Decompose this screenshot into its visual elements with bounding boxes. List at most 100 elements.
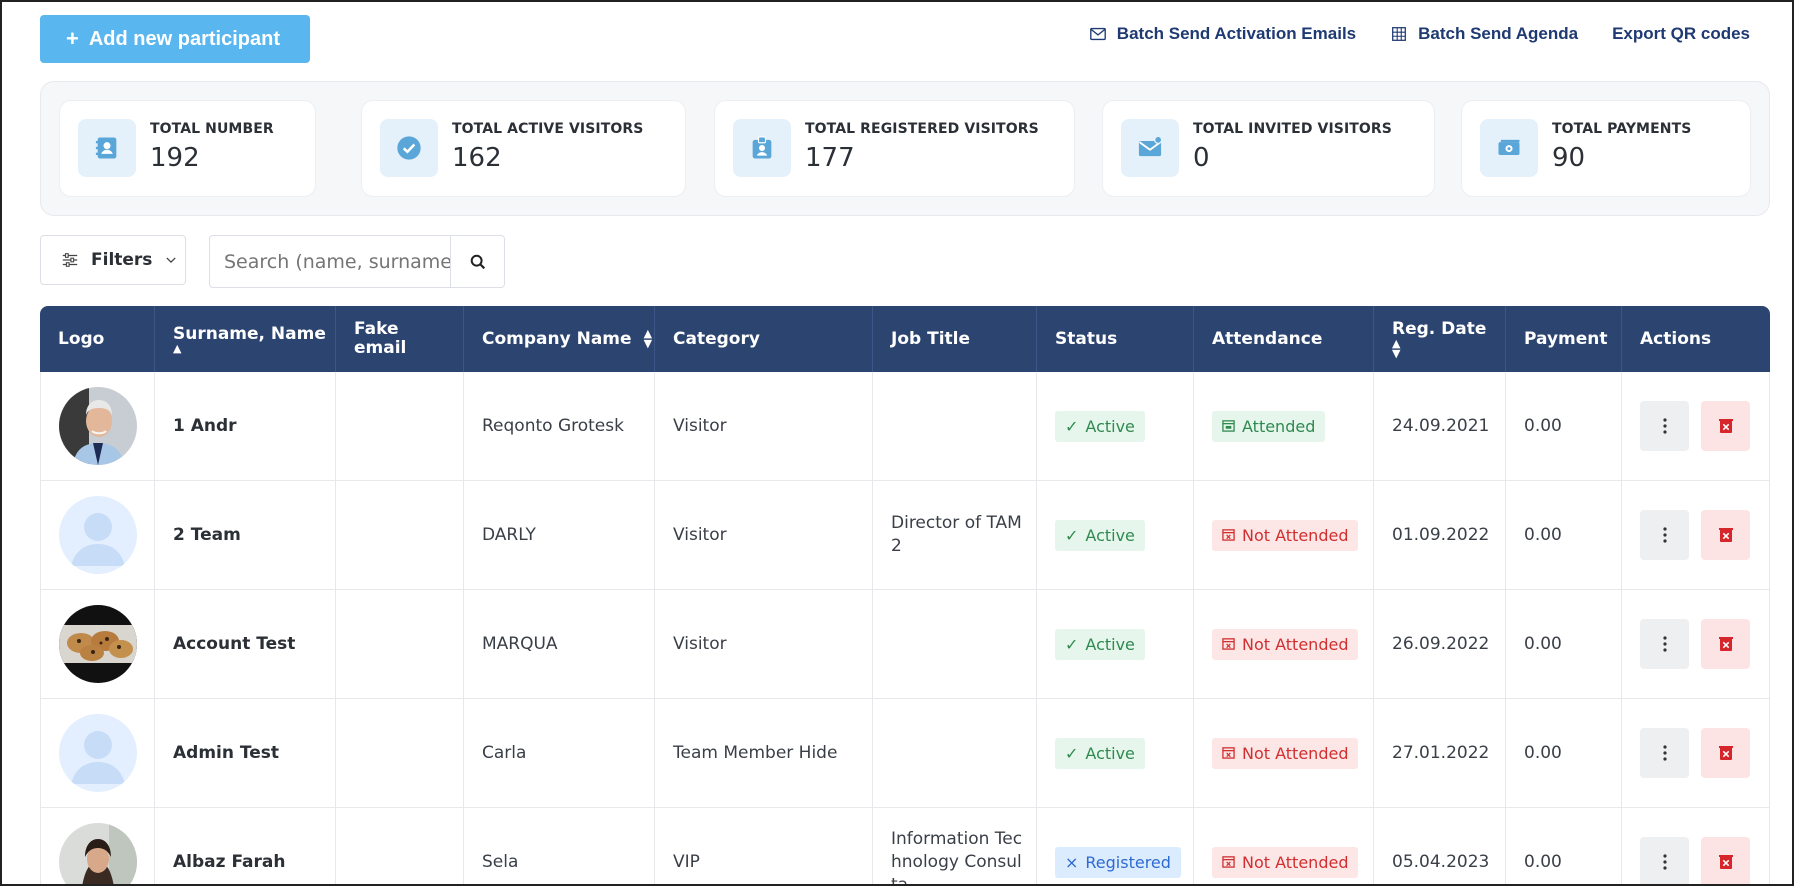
col-category: Category: [655, 306, 873, 372]
delete-icon: [1718, 746, 1733, 760]
cell-name[interactable]: Account Test: [155, 590, 336, 698]
row-actions: [1640, 837, 1750, 884]
check-icon: ✓: [1065, 634, 1079, 654]
participant-name: Account Test: [173, 633, 296, 654]
cell-company: Carla: [464, 699, 655, 807]
col-reg-date-label: Reg. Date: [1392, 318, 1487, 339]
payment-value: 0.00: [1524, 851, 1562, 872]
job-title-value: Information Technology Consulta: [891, 828, 1023, 886]
status-badge: ✓ Active: [1055, 628, 1145, 660]
col-name[interactable]: Surname, Name ▲: [155, 306, 336, 372]
delete-button[interactable]: [1701, 837, 1750, 884]
stat-total-payments: TOTAL PAYMENTS 90: [1461, 100, 1751, 197]
add-participant-button[interactable]: + Add new participant: [40, 15, 310, 63]
table-row[interactable]: 1 Andr Reqonto Grotesk Visitor ✓ Active A…: [40, 372, 1770, 481]
kebab-icon: [1662, 527, 1667, 543]
delete-button[interactable]: [1701, 401, 1750, 451]
cell-company: MARQUA: [464, 590, 655, 698]
batch-send-agenda-link[interactable]: Batch Send Agenda: [1390, 24, 1578, 44]
attendance-badge: Not Attended: [1212, 519, 1359, 551]
stat-label: TOTAL REGISTERED VISITORS: [805, 121, 1039, 137]
cell-reg-date: 24.09.2021: [1374, 372, 1506, 480]
sort-both-icon[interactable]: ▲ ▼: [1392, 338, 1505, 359]
more-options-button[interactable]: [1640, 837, 1689, 884]
attendance-badge: Attended: [1212, 410, 1326, 442]
kebab-icon: [1662, 854, 1667, 870]
col-company[interactable]: Company Name ▲ ▼: [464, 306, 655, 372]
col-fake-email-label-1: Fake: [354, 319, 399, 339]
col-attendance: Attendance: [1194, 306, 1374, 372]
delete-button[interactable]: [1701, 619, 1750, 669]
col-job-label: Job Title: [891, 328, 970, 349]
cell-payment: 0.00: [1506, 699, 1622, 807]
cell-actions: [1622, 372, 1769, 480]
sort-asc-icon[interactable]: ▲: [173, 343, 335, 354]
avatar: [59, 714, 137, 792]
cell-name[interactable]: Admin Test: [155, 699, 336, 807]
top-actions: Batch Send Activation Emails Batch Send …: [1089, 24, 1750, 44]
check-circle-icon: [380, 119, 438, 177]
attendance-text: Attended: [1242, 416, 1316, 436]
col-attendance-label: Attendance: [1212, 328, 1323, 349]
cell-name[interactable]: Albaz Farah: [155, 808, 336, 884]
cell-status: ✓ Active: [1037, 481, 1194, 589]
sort-both-icon[interactable]: ▲ ▼: [644, 328, 652, 349]
filters-button[interactable]: Filters: [40, 235, 186, 285]
col-payment-label: Payment: [1524, 328, 1608, 349]
stat-label: TOTAL PAYMENTS: [1552, 121, 1692, 137]
delete-button[interactable]: [1701, 510, 1750, 560]
avatar: [59, 605, 137, 683]
table-header: Logo Surname, Name ▲ Fake email Company …: [40, 306, 1770, 372]
col-status: Status: [1037, 306, 1194, 372]
col-actions-label: Actions: [1640, 328, 1712, 349]
mail-icon: [1121, 119, 1179, 177]
export-qr-codes-link[interactable]: Export QR codes: [1612, 24, 1750, 44]
cell-status: ✓ Active: [1037, 590, 1194, 698]
cell-name[interactable]: 2 Team: [155, 481, 336, 589]
batch-agenda-label: Batch Send Agenda: [1418, 24, 1579, 43]
col-reg-date[interactable]: Reg. Date ▲ ▼: [1374, 306, 1506, 372]
col-category-label: Category: [673, 328, 760, 349]
status-badge: × Registered: [1055, 846, 1181, 878]
cell-fake-email: [336, 481, 464, 589]
table-row[interactable]: Admin Test Carla Team Member Hide ✓ Activ…: [40, 699, 1770, 808]
cell-status: × Registered: [1037, 808, 1194, 884]
kebab-icon: [1662, 745, 1667, 761]
participants-table: Logo Surname, Name ▲ Fake email Company …: [40, 306, 1770, 886]
status-text: Active: [1085, 743, 1135, 763]
add-participant-label: Add new participant: [88, 27, 280, 50]
cell-name[interactable]: 1 Andr: [155, 372, 336, 480]
status-text: Active: [1085, 416, 1135, 436]
attendance-badge: Not Attended: [1212, 628, 1359, 660]
batch-activation-label: Batch Send Activation Emails: [1116, 24, 1357, 43]
status-text: Active: [1085, 634, 1135, 654]
delete-button[interactable]: [1701, 728, 1750, 778]
page: + Add new participant Batch Send Activat…: [0, 0, 1794, 886]
table-row[interactable]: 2 Team DARLY Visitor Director of TAM 2 ✓…: [40, 481, 1770, 590]
cell-category: VIP: [655, 808, 873, 884]
table-row[interactable]: Account Test MARQUA Visitor ✓ Active Not …: [40, 590, 1770, 699]
cell-actions: [1622, 481, 1769, 589]
more-options-button[interactable]: [1640, 728, 1689, 778]
search-input[interactable]: [210, 236, 450, 287]
cell-fake-email: [336, 590, 464, 698]
company-name: Sela: [482, 851, 519, 872]
search-button[interactable]: [450, 236, 504, 287]
col-fake-email-label-2: email: [354, 338, 407, 358]
payment-value: 0.00: [1524, 524, 1562, 545]
more-options-button[interactable]: [1640, 510, 1689, 560]
batch-activation-emails-link[interactable]: Batch Send Activation Emails: [1089, 24, 1356, 44]
cell-logo: [41, 372, 155, 480]
stat-total-invited: TOTAL INVITED VISITORS 0: [1102, 100, 1435, 197]
cell-payment: 0.00: [1506, 372, 1622, 480]
row-actions: [1640, 619, 1750, 669]
delete-icon: [1718, 637, 1733, 651]
more-options-button[interactable]: [1640, 619, 1689, 669]
table-row[interactable]: Albaz Farah Sela VIP Information Technol…: [40, 808, 1770, 886]
more-options-button[interactable]: [1640, 401, 1689, 451]
cell-reg-date: 05.04.2023: [1374, 808, 1506, 884]
status-badge: ✓ Active: [1055, 737, 1145, 769]
cell-actions: [1622, 808, 1769, 884]
cell-fake-email: [336, 699, 464, 807]
plus-icon: +: [66, 26, 79, 51]
